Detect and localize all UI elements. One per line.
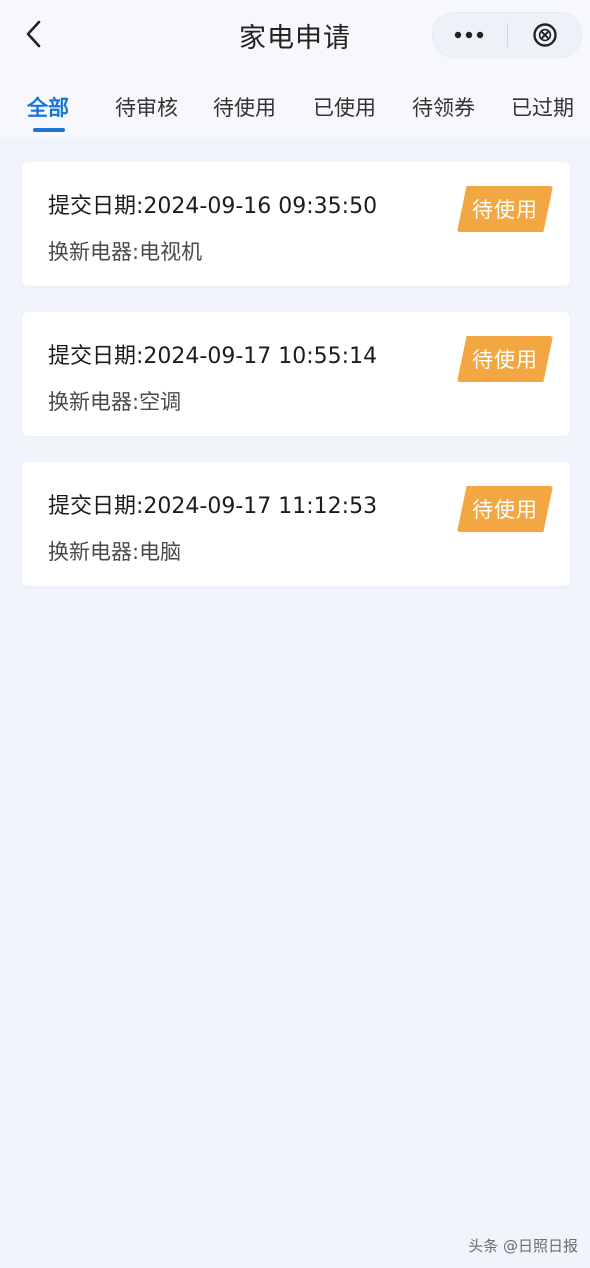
tab-pending-review[interactable]: 待审核 [115,92,178,122]
application-card[interactable]: 提交日期:2024-09-16 09:35:50 换新电器:电视机 待使用 [22,162,570,286]
more-dots-icon [454,31,484,39]
appliance: 换新电器:空调 [48,386,181,416]
navigation-bar: 家电申请 [0,0,590,72]
status-badge: 待使用 [457,486,553,532]
tab-all[interactable]: 全部 [27,92,69,122]
tab-expired[interactable]: 已过期 [511,92,574,122]
application-card[interactable]: 提交日期:2024-09-17 11:12:53 换新电器:电脑 待使用 [22,462,570,586]
appliance: 换新电器:电视机 [48,236,202,266]
submit-date-label: 提交日期: [48,194,144,219]
appliance-value: 电视机 [139,240,203,264]
tab-used[interactable]: 已使用 [313,92,376,122]
submit-date-label: 提交日期: [48,344,144,369]
status-badge-text: 待使用 [472,348,538,372]
capsule-divider [507,23,508,47]
submit-date-label: 提交日期: [48,494,144,519]
appliance-value: 电脑 [139,540,182,564]
submit-date: 提交日期:2024-09-16 09:35:50 [48,188,377,220]
submit-date-value: 2024-09-17 11:12:53 [143,494,378,519]
appliance-label: 换新电器: [48,390,140,414]
status-badge: 待使用 [457,186,553,232]
mini-program-capsule [432,12,582,58]
submit-date-value: 2024-09-16 09:35:50 [143,194,378,219]
tab-pending-coupon[interactable]: 待领券 [412,92,475,122]
tab-pending-use[interactable]: 待使用 [213,92,276,122]
watermark: 头条 @日照日报 [468,1237,578,1255]
close-button[interactable] [509,13,581,57]
appliance: 换新电器:电脑 [48,536,181,566]
application-card[interactable]: 提交日期:2024-09-17 10:55:14 换新电器:空调 待使用 [22,312,570,436]
more-button[interactable] [433,13,505,57]
appliance-value: 空调 [139,390,182,414]
status-badge-text: 待使用 [472,198,538,222]
status-badge: 待使用 [457,336,553,382]
active-tab-indicator [33,128,65,132]
submit-date-value: 2024-09-17 10:55:14 [143,344,378,369]
appliance-label: 换新电器: [48,240,140,264]
submit-date: 提交日期:2024-09-17 11:12:53 [48,488,377,520]
appliance-label: 换新电器: [48,540,140,564]
submit-date: 提交日期:2024-09-17 10:55:14 [48,338,377,370]
status-tabs: 全部 待审核 待使用 已使用 待领券 已过期 [0,72,590,138]
status-badge-text: 待使用 [472,498,538,522]
close-circle-icon [533,23,557,47]
